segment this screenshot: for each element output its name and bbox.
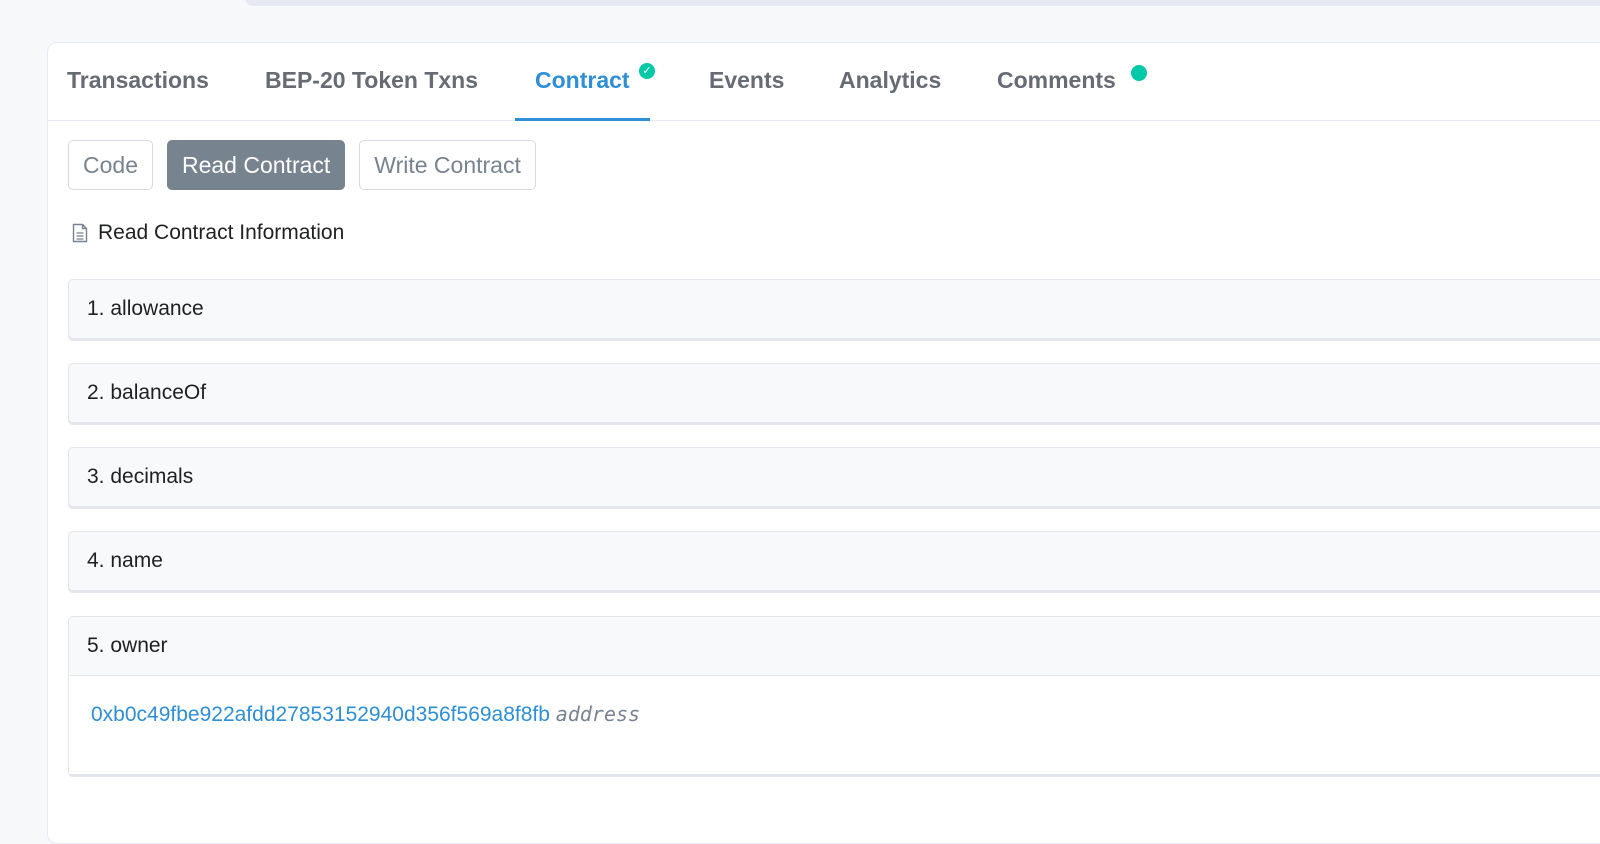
tab-analytics[interactable]: Analytics — [839, 43, 941, 120]
function-name: 4. name — [68, 531, 1600, 591]
tab-bep20-token-txns[interactable]: BEP-20 Token Txns — [265, 43, 478, 120]
function-header[interactable]: 3. decimals — [69, 448, 1600, 506]
result-type: address — [555, 702, 641, 726]
tab-contract-label: Contract — [535, 67, 630, 93]
function-header[interactable]: 2. balanceOf — [69, 364, 1600, 422]
function-header[interactable]: 4. name — [69, 532, 1600, 590]
code-button[interactable]: Code — [68, 140, 153, 190]
document-icon — [72, 223, 88, 243]
tab-bar: Transactions BEP-20 Token Txns Contract … — [48, 43, 1600, 121]
function-allowance: 1. allowance — [68, 279, 1600, 339]
owner-address-link[interactable]: 0xb0c49fbe922afdd27853152940d356f569a8f8… — [91, 703, 550, 726]
contract-card: Transactions BEP-20 Token Txns Contract … — [47, 42, 1600, 844]
verified-check-icon: ✓ — [639, 63, 655, 79]
function-balanceof: 2. balanceOf — [68, 363, 1600, 423]
tab-contract[interactable]: Contract — [515, 43, 650, 121]
function-result: 0xb0c49fbe922afdd27853152940d356f569a8f8… — [69, 675, 1600, 774]
tab-transactions[interactable]: Transactions — [67, 43, 209, 120]
function-header[interactable]: 5. owner — [69, 617, 1600, 675]
read-contract-button[interactable]: Read Contract — [166, 140, 346, 190]
function-header[interactable]: 1. allowance — [69, 280, 1600, 338]
tab-events[interactable]: Events — [709, 43, 784, 120]
contract-subnav: Code Read Contract Write Contract — [68, 140, 536, 190]
search-bar-edge — [245, 0, 1600, 6]
tab-comments[interactable]: Comments — [997, 43, 1116, 120]
read-contract-heading: Read Contract Information — [72, 221, 344, 245]
function-owner: 5. owner 0xb0c49fbe922afdd27853152940d35… — [68, 616, 1600, 775]
read-contract-title: Read Contract Information — [98, 221, 345, 244]
new-comments-dot-icon — [1131, 65, 1147, 81]
write-contract-button[interactable]: Write Contract — [359, 140, 536, 190]
function-decimals: 3. decimals — [68, 447, 1600, 507]
